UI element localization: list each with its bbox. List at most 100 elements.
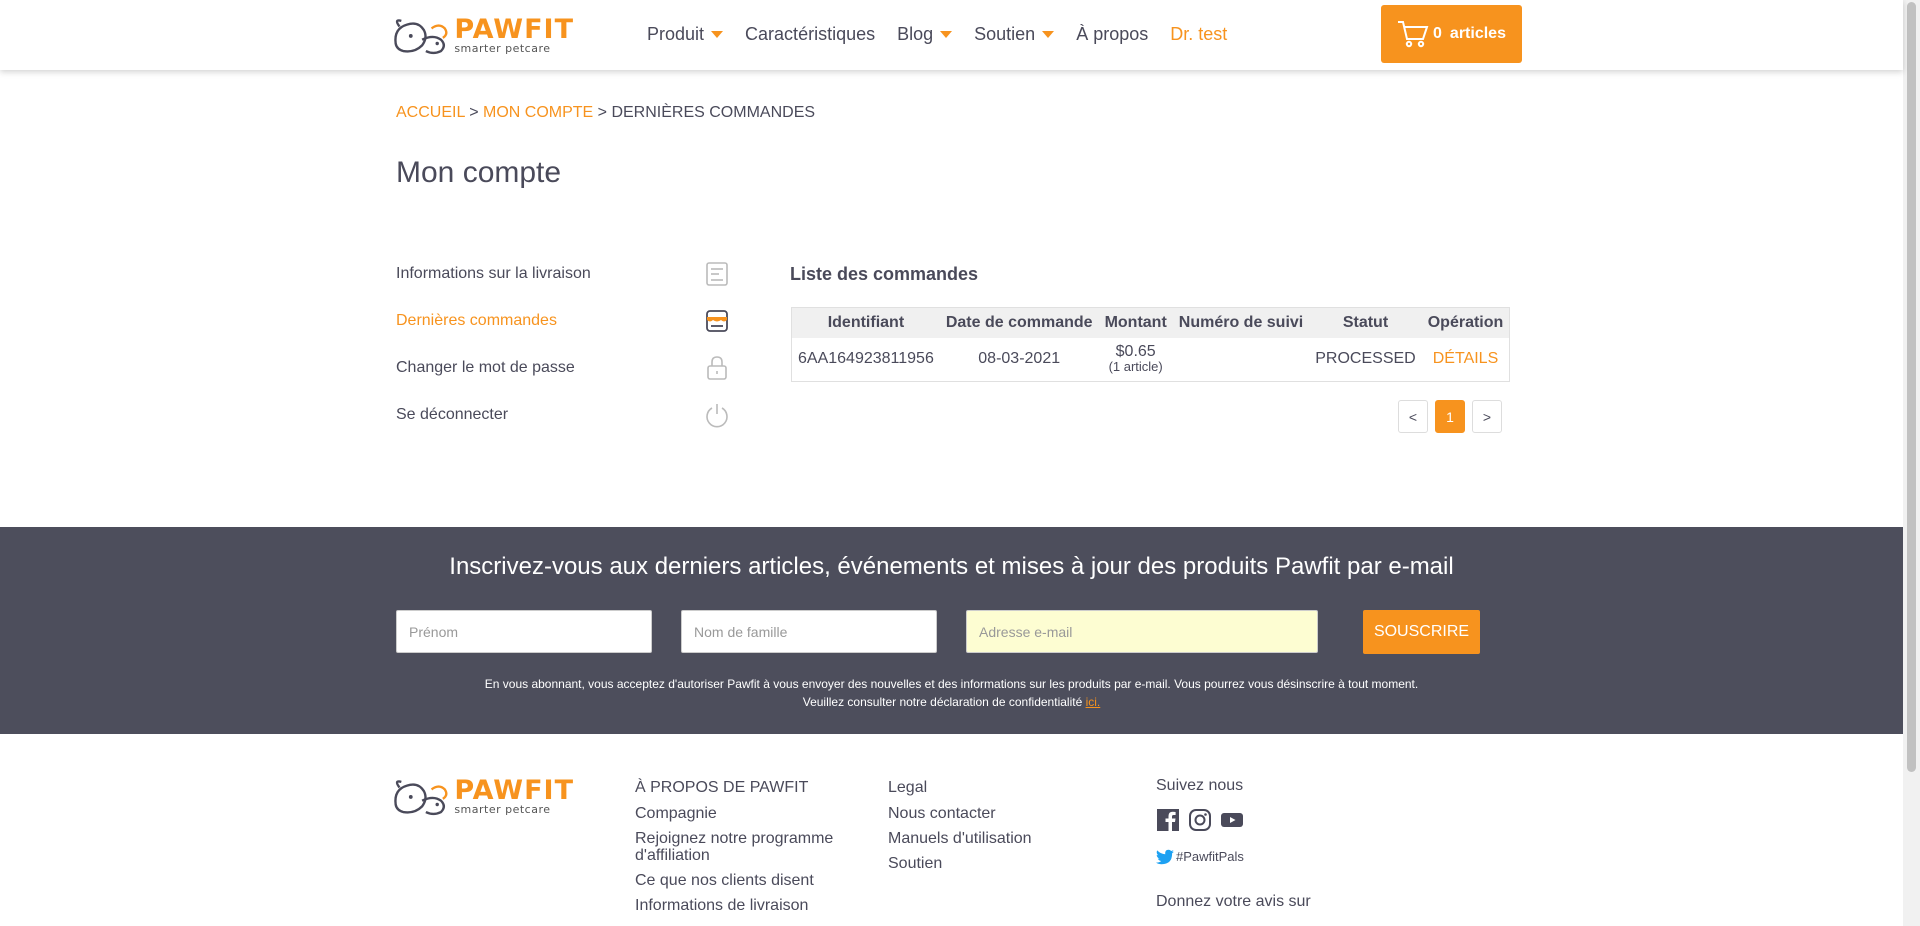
breadcrumb-home[interactable]: ACCUEIL: [396, 104, 465, 121]
scrollbar-thumb[interactable]: [1907, 2, 1916, 772]
page: PAWFIT smarter petcare Produit Caractéri…: [0, 0, 1920, 926]
order-status: PROCESSED: [1315, 350, 1416, 368]
footer-link-company[interactable]: Compagnie: [635, 805, 865, 822]
nav-caracteristiques[interactable]: Caractéristiques: [745, 24, 875, 45]
sidebar-item-recent-orders[interactable]: Dernières commandes: [396, 297, 730, 344]
order-date: 08-03-2021: [978, 350, 1061, 368]
breadcrumb-current: DERNIÈRES COMMANDES: [611, 104, 816, 121]
account-sidebar: Informations sur la livraison Dernières …: [396, 250, 730, 438]
cart-count: 0: [1433, 25, 1442, 42]
col-header-id: Identifiant: [791, 307, 940, 338]
col-header-operation: Opération: [1421, 307, 1510, 338]
footer-follow-column: Suivez nous #PawfitPals Donnez votre avi…: [1156, 777, 1356, 918]
footer-feedback-text[interactable]: Donnez votre avis sur: [1156, 893, 1356, 910]
order-tracking: [1173, 338, 1309, 382]
sidebar-item-logout[interactable]: Se déconnecter: [396, 391, 730, 438]
nav-produit[interactable]: Produit: [647, 23, 724, 45]
main-nav: Produit Caractéristiques Blog Soutien À …: [647, 0, 1249, 68]
breadcrumb-separator: >: [464, 104, 483, 121]
orders-list-title: Liste des commandes: [790, 264, 979, 284]
dog-cat-logo-icon: [394, 780, 448, 816]
lock-icon: [707, 355, 727, 380]
pawfit-logo[interactable]: PAWFIT smarter petcare: [390, 14, 574, 56]
twitter-hashtag-link[interactable]: #PawfitPals: [1156, 848, 1356, 865]
pagination-prev-button[interactable]: <: [1398, 400, 1428, 433]
order-details-link[interactable]: DÉTAILS: [1433, 350, 1499, 367]
table-header-row: Identifiant Date de commande Montant Num…: [791, 307, 1510, 338]
pagination-next-button[interactable]: >: [1472, 400, 1502, 433]
footer-logo[interactable]: PAWFIT smarter petcare: [390, 775, 574, 817]
social-icons: [1156, 808, 1356, 832]
twitter-hashtag: #PawfitPals: [1176, 849, 1244, 864]
sidebar-item-label: Changer le mot de passe: [396, 358, 575, 376]
nav-user-account[interactable]: Dr. test: [1170, 24, 1227, 45]
order-id: 6AA164923811956: [798, 350, 934, 368]
first-name-input[interactable]: [396, 610, 652, 653]
footer-link-contact[interactable]: Nous contacter: [888, 805, 1088, 822]
store-icon: [706, 309, 728, 332]
order-operation: DÉTAILS: [1422, 338, 1510, 382]
sidebar-item-label: Dernières commandes: [396, 311, 557, 329]
orders-table: Identifiant Date de commande Montant Num…: [791, 307, 1511, 382]
order-amount-value: $0.65: [1115, 343, 1156, 361]
order-item-count: (1 article): [1108, 359, 1163, 375]
nav-blog[interactable]: Blog: [897, 23, 953, 45]
caret-down-icon: [1042, 30, 1055, 38]
cart-label: articles: [1449, 25, 1506, 42]
col-header-status: Statut: [1309, 307, 1422, 338]
subscribe-button[interactable]: SOUSCRIRE: [1363, 610, 1480, 654]
cart-button[interactable]: 0 articles: [1381, 5, 1522, 63]
nav-soutien-label: Soutien: [974, 23, 1036, 44]
nav-produit-label: Produit: [647, 23, 705, 44]
twitter-icon: [1156, 849, 1174, 864]
nav-a-propos[interactable]: À propos: [1076, 24, 1148, 45]
pagination: < 1 >: [1391, 400, 1502, 433]
nav-blog-label: Blog: [897, 23, 934, 44]
shopping-cart-icon: [1398, 21, 1429, 48]
dog-cat-logo-icon: [394, 19, 448, 55]
breadcrumb-account[interactable]: MON COMPTE: [483, 104, 593, 121]
footer-link-manuals[interactable]: Manuels d'utilisation: [888, 830, 1088, 847]
footer-legal-heading[interactable]: Legal: [888, 779, 1088, 796]
last-name-input[interactable]: [681, 610, 937, 653]
order-amount: $0.65 (1 article): [1099, 338, 1173, 382]
footer-link-support[interactable]: Soutien: [888, 855, 1088, 872]
sidebar-item-label: Informations sur la livraison: [396, 264, 591, 282]
col-header-amount: Montant: [1098, 307, 1173, 338]
email-input[interactable]: [966, 610, 1318, 653]
youtube-icon[interactable]: [1220, 808, 1244, 832]
caret-down-icon: [711, 30, 724, 38]
footer-about-column: À PROPOS DE PAWFIT Compagnie Rejoignez n…: [635, 779, 865, 922]
breadcrumb: ACCUEIL > MON COMPTE > DERNIÈRES COMMAND…: [396, 104, 815, 122]
footer-link-affiliate[interactable]: Rejoignez notre programme d'affiliation: [635, 830, 865, 864]
page-title: Mon compte: [396, 156, 562, 189]
footer-logo-name: PAWFIT: [454, 775, 574, 806]
power-icon: [706, 403, 728, 427]
newsletter-title: Inscrivez-vous aux derniers articles, év…: [449, 553, 1454, 580]
sidebar-item-delivery-info[interactable]: Informations sur la livraison: [396, 250, 730, 297]
newsletter-consent-note: En vous abonnant, vous acceptez d'autori…: [0, 675, 1903, 711]
footer-legal-column: Legal Nous contacter Manuels d'utilisati…: [888, 779, 1088, 880]
footer-follow-heading: Suivez nous: [1156, 777, 1244, 794]
breadcrumb-separator: >: [593, 104, 612, 121]
privacy-link[interactable]: ici.: [1086, 695, 1101, 709]
site-header: PAWFIT smarter petcare Produit Caractéri…: [0, 0, 1903, 70]
footer-link-testimonials[interactable]: Ce que nos clients disent: [635, 872, 865, 889]
logo-name: PAWFIT: [454, 14, 574, 45]
sidebar-item-change-password[interactable]: Changer le mot de passe: [396, 344, 730, 391]
col-header-date: Date de commande: [939, 307, 1099, 338]
footer-link-delivery-info[interactable]: Informations de livraison: [635, 897, 865, 914]
nav-user-label: Dr. test: [1170, 23, 1228, 44]
nav-caracteristiques-label: Caractéristiques: [745, 23, 876, 44]
nav-soutien[interactable]: Soutien: [974, 23, 1055, 45]
instagram-icon[interactable]: [1188, 808, 1212, 832]
facebook-icon[interactable]: [1156, 808, 1180, 832]
page-scrollbar[interactable]: [1903, 0, 1920, 926]
privacy-text: Veuillez consulter notre déclaration de …: [802, 695, 1086, 709]
nav-a-propos-label: À propos: [1076, 23, 1149, 44]
pagination-page-1[interactable]: 1: [1435, 400, 1465, 433]
table-row: 6AA164923811956 08-03-2021 $0.65 (1 arti…: [792, 338, 1510, 382]
receipt-icon: [706, 261, 728, 286]
newsletter-section: Inscrivez-vous aux derniers articles, év…: [0, 527, 1903, 734]
caret-down-icon: [940, 30, 953, 38]
